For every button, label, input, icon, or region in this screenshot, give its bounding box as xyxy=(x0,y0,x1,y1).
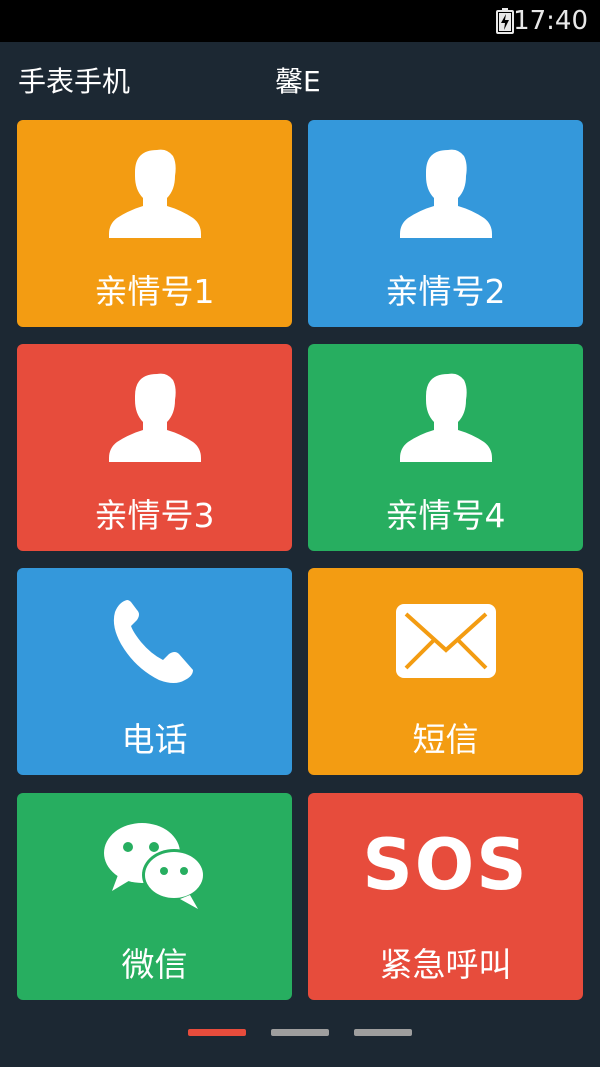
tile-sms[interactable]: 短信 xyxy=(308,568,583,775)
status-clock: 17:40 xyxy=(513,6,588,36)
device-name: 馨E xyxy=(275,65,321,98)
sos-icon: SOS xyxy=(362,824,529,906)
tile-label: 亲情号2 xyxy=(385,272,506,311)
envelope-icon xyxy=(395,604,496,678)
tile-label: 紧急呼叫 xyxy=(379,945,512,984)
phone-icon xyxy=(113,600,193,683)
tile-label: 亲情号3 xyxy=(94,496,215,535)
tile-family-contact-2[interactable]: 亲情号2 xyxy=(308,120,583,327)
person-icon xyxy=(399,149,492,238)
page-indicator xyxy=(0,1029,600,1037)
tile-wechat[interactable]: 微信 xyxy=(17,793,292,1000)
tile-phone[interactable]: 电话 xyxy=(17,568,292,775)
tile-label: 电话 xyxy=(121,720,188,759)
tile-family-contact-4[interactable]: 亲情号4 xyxy=(308,344,583,551)
tile-label: 微信 xyxy=(121,945,188,984)
tile-label: 亲情号4 xyxy=(385,496,506,535)
page-dot-3[interactable] xyxy=(354,1029,412,1036)
app-title: 手表手机 xyxy=(18,65,131,98)
page-dot-1[interactable] xyxy=(188,1029,246,1036)
status-bar: 17:40 xyxy=(0,0,600,42)
person-icon xyxy=(399,373,492,462)
tile-family-contact-3[interactable]: 亲情号3 xyxy=(17,344,292,551)
page-dot-2[interactable] xyxy=(271,1029,329,1036)
tile-family-contact-1[interactable]: 亲情号1 xyxy=(17,120,292,327)
person-icon xyxy=(108,149,201,238)
wechat-icon xyxy=(103,823,206,909)
battery-charging-icon xyxy=(496,8,514,34)
tile-label: 亲情号1 xyxy=(94,272,215,311)
tile-emergency-call[interactable]: SOS 紧急呼叫 xyxy=(308,793,583,1000)
person-icon xyxy=(108,373,201,462)
tile-label: 短信 xyxy=(412,720,479,759)
